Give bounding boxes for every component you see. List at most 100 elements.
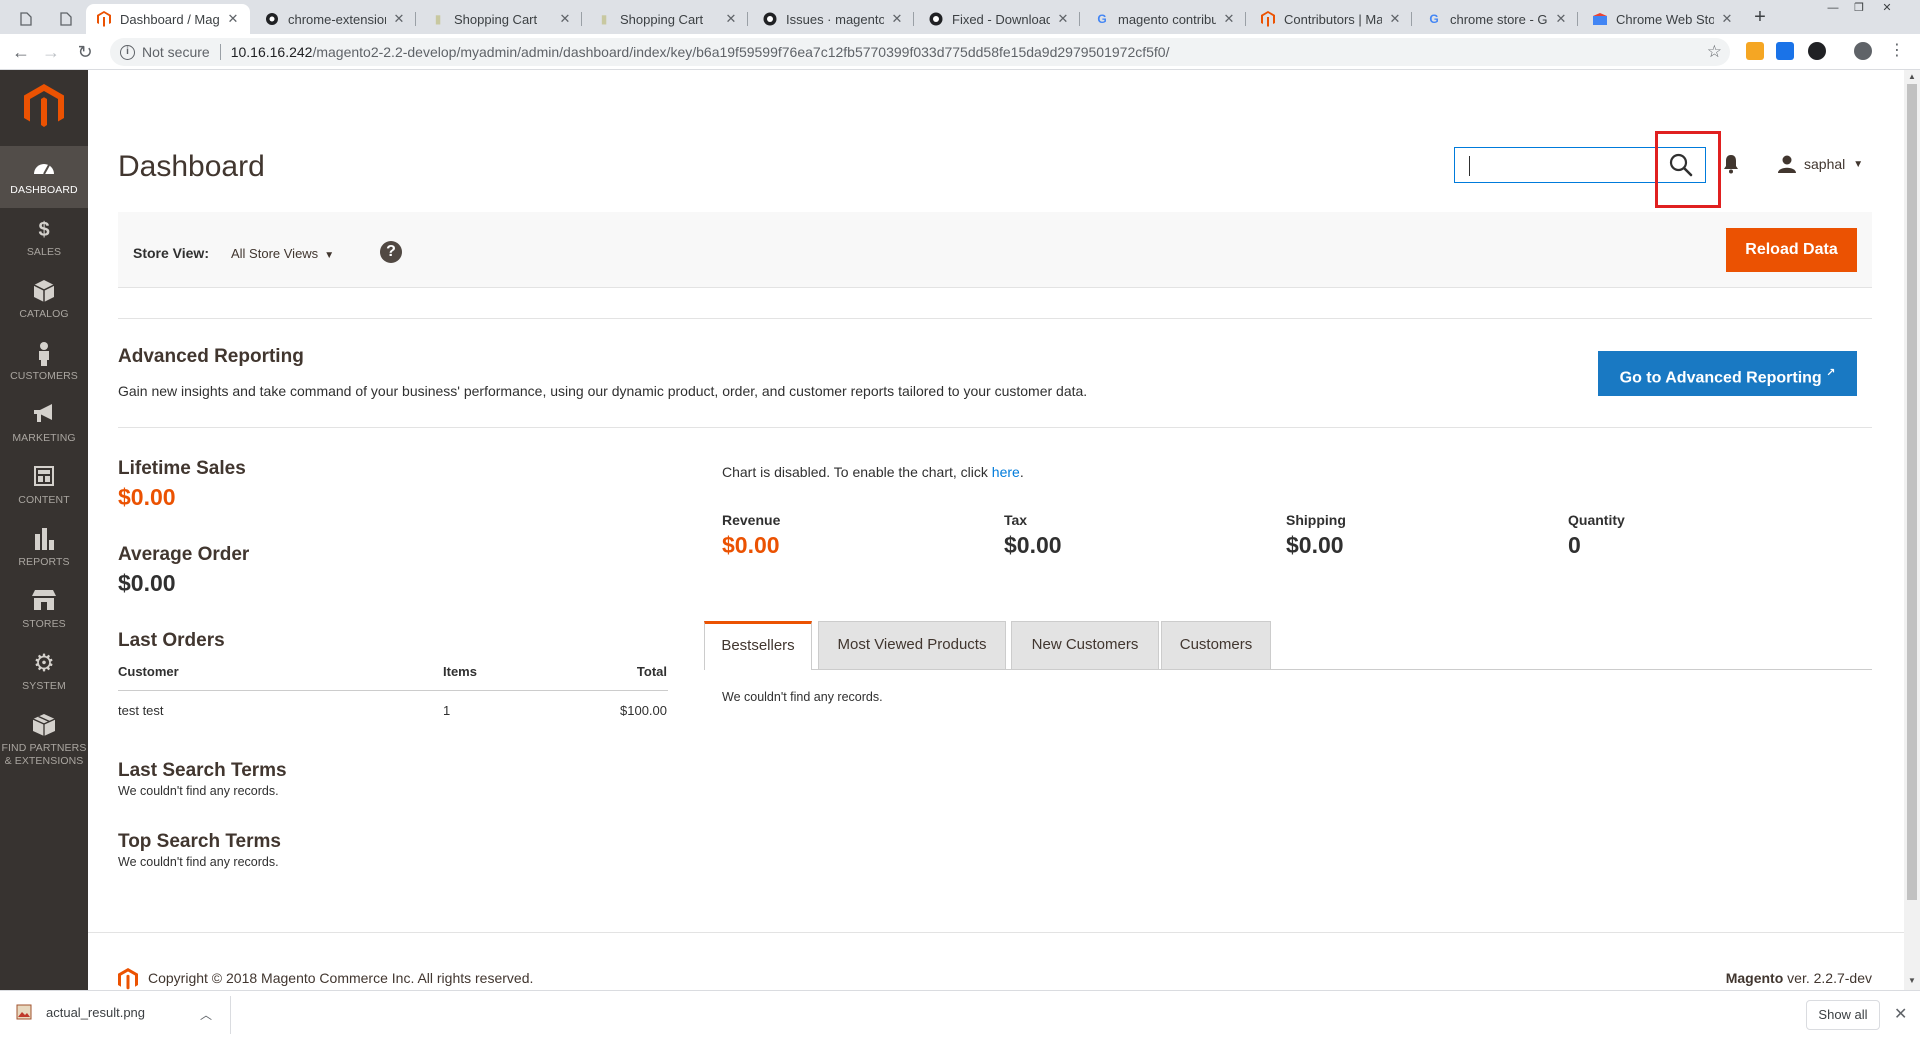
help-icon[interactable]: ? [380, 241, 402, 263]
magento-logo[interactable] [24, 84, 64, 128]
extension-icon[interactable] [1808, 42, 1826, 60]
browser-tab-5[interactable]: ▮ Shopping Cart ✕ [420, 4, 582, 34]
nav-item-sales[interactable]: $ Sales [0, 208, 88, 270]
gear-icon: ⚙ [33, 650, 55, 677]
chevron-up-icon[interactable]: ︿ [200, 1006, 212, 1023]
nav-item-partners[interactable]: Find Partners & Extensions [0, 704, 88, 780]
column-header-customer: Customer [118, 664, 179, 679]
browser-tab-2[interactable] [48, 4, 84, 34]
browser-tab-9[interactable]: G magento contribut ✕ [1084, 4, 1246, 34]
bestsellers-empty: We couldn't find any records. [722, 690, 883, 704]
nav-item-dashboard[interactable]: Dashboard [0, 146, 88, 208]
tab-most-viewed-products[interactable]: Most Viewed Products [818, 621, 1006, 669]
address-bar[interactable]: i Not secure 10.16.16.242/magento2-2.2-d… [110, 38, 1730, 66]
close-icon[interactable]: ✕ [1720, 11, 1734, 27]
top-search-terms-empty: We couldn't find any records. [118, 855, 279, 869]
page-icon [58, 11, 74, 27]
profile-icon[interactable] [1854, 42, 1872, 60]
show-all-button[interactable]: Show all [1806, 1000, 1880, 1030]
github-icon [928, 11, 944, 27]
browser-tab-1[interactable] [8, 4, 44, 34]
browser-tab-4[interactable]: chrome-extension ✕ [254, 4, 416, 34]
lifetime-sales-label: Lifetime Sales [118, 458, 246, 479]
advanced-reporting-text: Gain new insights and take command of yo… [118, 383, 1088, 399]
person-icon [32, 342, 56, 366]
megaphone-icon [32, 404, 56, 428]
close-icon[interactable]: ✕ [1388, 11, 1402, 27]
scroll-down-arrow-icon[interactable]: ▼ [1906, 976, 1918, 985]
tab-new-customers[interactable]: New Customers [1011, 621, 1159, 669]
close-icon[interactable]: ✕ [392, 11, 406, 27]
magento-icon [96, 11, 112, 27]
extension-icon[interactable] [1746, 42, 1764, 60]
annotation-highlight-box [1655, 131, 1721, 208]
nav-item-content[interactable]: Content [0, 456, 88, 518]
back-icon[interactable]: ← [10, 41, 32, 63]
page-icon: ▮ [434, 12, 442, 26]
enable-chart-link[interactable]: here [992, 464, 1020, 480]
browser-tab-12[interactable]: Chrome Web Store ✕ [1582, 4, 1744, 34]
dollar-icon: $ [38, 219, 50, 241]
new-tab-button[interactable]: + [1748, 4, 1772, 30]
table-divider [118, 690, 668, 691]
revenue-value: $0.00 [722, 532, 780, 558]
tab-bestsellers[interactable]: Bestsellers [704, 621, 812, 670]
nav-item-marketing[interactable]: Marketing [0, 394, 88, 456]
nav-item-system[interactable]: ⚙ System [0, 642, 88, 704]
reload-data-button[interactable]: Reload Data [1726, 228, 1857, 272]
browser-tab-6[interactable]: ▮ Shopping Cart ✕ [586, 4, 748, 34]
close-icon[interactable]: ✕ [890, 11, 904, 27]
browser-tab-dashboard[interactable]: Dashboard / Mage ✕ [86, 4, 250, 34]
last-orders-title: Last Orders [118, 630, 225, 651]
browser-tab-7[interactable]: Issues · magento/n ✕ [752, 4, 914, 34]
browser-tab-11[interactable]: G chrome store - Goo ✕ [1416, 4, 1578, 34]
image-file-icon [16, 1004, 32, 1020]
close-icon[interactable]: ✕ [1056, 11, 1070, 27]
order-customer-cell[interactable]: test test [118, 703, 164, 718]
bar-chart-icon [32, 528, 56, 552]
google-icon: G [1097, 12, 1107, 26]
scrollbar-thumb[interactable] [1907, 84, 1917, 900]
info-icon[interactable]: i [120, 44, 135, 60]
reload-icon[interactable]: ↻ [74, 41, 96, 63]
close-download-bar-icon[interactable]: ✕ [1894, 1004, 1907, 1024]
shipping-value: $0.00 [1286, 532, 1344, 558]
close-icon[interactable]: ✕ [1554, 11, 1568, 27]
average-order-value: $0.00 [118, 570, 176, 596]
url-path: /magento2-2.2-develop/myadmin/admin/dash… [312, 44, 1170, 60]
magento-icon [1260, 11, 1276, 27]
last-search-terms-title: Last Search Terms [118, 760, 287, 781]
close-icon[interactable]: ✕ [558, 11, 572, 27]
user-account-menu[interactable]: saphal ▼ [1778, 154, 1863, 174]
minimize-button[interactable]: — [1822, 0, 1844, 16]
notification-bell-icon[interactable] [1722, 154, 1740, 174]
extension-icon[interactable] [1776, 42, 1794, 60]
copyright-text: Copyright © 2018 Magento Commerce Inc. A… [148, 970, 534, 986]
nav-item-stores[interactable]: Stores [0, 580, 88, 642]
external-link-icon: ↗ [1826, 367, 1836, 379]
page-icon: ▮ [600, 12, 608, 26]
go-to-advanced-reporting-button[interactable]: Go to Advanced Reporting ↗ [1598, 351, 1857, 396]
browser-tab-10[interactable]: Contributors | Mag ✕ [1250, 4, 1412, 34]
cube-icon [32, 714, 56, 738]
nav-item-customers[interactable]: Customers [0, 332, 88, 394]
restore-button[interactable]: ❐ [1848, 0, 1870, 16]
close-icon[interactable]: ✕ [226, 11, 240, 27]
browser-tab-8[interactable]: Fixed - Downloada ✕ [918, 4, 1080, 34]
forward-icon[interactable]: → [40, 41, 62, 63]
download-item[interactable]: actual_result.png [16, 1004, 145, 1020]
close-icon[interactable]: ✕ [724, 11, 738, 27]
scroll-up-arrow-icon[interactable]: ▲ [1906, 72, 1918, 81]
menu-kebab-icon[interactable]: ⋮ [1888, 42, 1906, 60]
nav-item-catalog[interactable]: Catalog [0, 270, 88, 332]
bookmark-star-icon[interactable]: ☆ [1707, 42, 1722, 62]
close-window-button[interactable]: ✕ [1876, 0, 1898, 16]
store-view-label: Store View: [133, 245, 209, 261]
store-view-dropdown[interactable]: All Store Views ▼ [231, 246, 334, 261]
tab-customers[interactable]: Customers [1161, 621, 1271, 669]
divider [118, 427, 1872, 428]
user-icon [1778, 155, 1796, 173]
webstore-icon [1592, 11, 1608, 27]
nav-item-reports[interactable]: Reports [0, 518, 88, 580]
close-icon[interactable]: ✕ [1222, 11, 1236, 27]
